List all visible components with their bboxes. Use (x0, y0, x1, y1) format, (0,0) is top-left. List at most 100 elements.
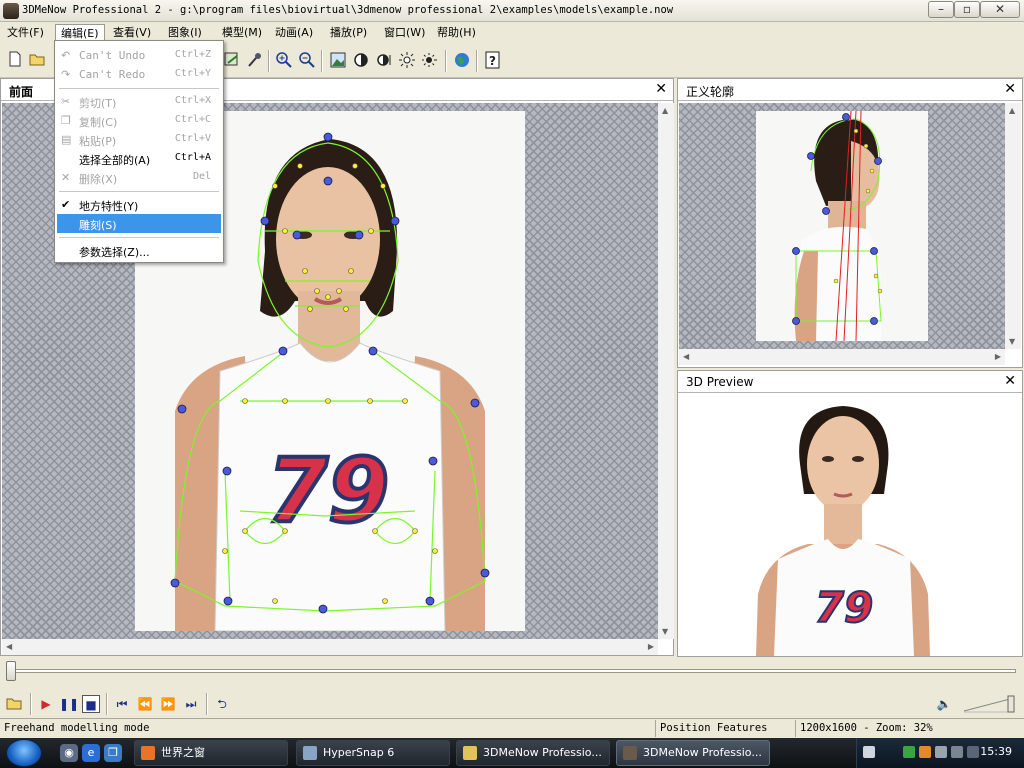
open-file-icon[interactable] (28, 51, 48, 71)
brightness-icon[interactable] (374, 51, 394, 71)
menu-item-redo[interactable]: ↷ Can't Redo Ctrl+Y (57, 65, 221, 84)
profile-vertical-scrollbar[interactable]: ▲ ▼ (1005, 103, 1021, 349)
menu-item-sculpt[interactable]: 雕刻(S) (57, 214, 221, 233)
status-features: Position Features (655, 720, 795, 737)
front-panel-title: 前面 (9, 85, 34, 99)
menu-file[interactable]: 文件(F) (2, 24, 49, 41)
front-horizontal-scrollbar[interactable]: ◀ ▶ (2, 639, 658, 655)
cut-icon: ✂ (61, 95, 71, 108)
3dmenow-app-icon (623, 746, 637, 760)
tray-app-icon[interactable] (935, 746, 947, 758)
switch-windows-icon[interactable]: ❐ (104, 744, 122, 762)
front-vertical-scrollbar[interactable]: ▲ ▼ (658, 103, 674, 639)
toolbar-separator (106, 693, 108, 715)
close-icon[interactable]: ✕ (1004, 81, 1016, 97)
sculpt-tool-icon[interactable] (222, 51, 242, 71)
menu-item-delete[interactable]: ✕ 删除(X) Del (57, 168, 221, 187)
profile-panel-header: 正义轮廓 ✕ (678, 79, 1022, 101)
menu-animation[interactable]: 动画(A) (270, 24, 318, 41)
preview-viewport[interactable]: 79 (678, 394, 1022, 656)
undo-icon: ↶ (61, 49, 71, 62)
menu-item-paste[interactable]: ▤ 粘贴(P) Ctrl+V (57, 130, 221, 149)
close-button[interactable]: ✕ (980, 1, 1020, 18)
tray-app-icon[interactable] (919, 746, 931, 758)
menu-item-undo[interactable]: ↶ Can't Undo Ctrl+Z (57, 46, 221, 65)
copy-icon: ❐ (61, 114, 71, 127)
toolbar-separator (445, 50, 447, 72)
zoom-out-icon[interactable] (297, 51, 317, 71)
menu-separator (59, 191, 219, 192)
menu-item-preferences[interactable]: 参数选择(Z)... (57, 241, 221, 260)
edit-dropdown-menu: ↶ Can't Undo Ctrl+Z ↷ Can't Redo Ctrl+Y … (54, 40, 224, 263)
menu-bar: 文件(F) 编辑(E) 查看(V) 图象(I) 模型(M) 动画(A) 播放(P… (0, 22, 1024, 42)
folder-app-icon (463, 746, 477, 760)
profile-panel: 正义轮廓 ✕ ▲ ▼ ◀ ▶ (677, 78, 1023, 368)
menu-separator (59, 88, 219, 89)
close-icon[interactable]: ✕ (1004, 373, 1016, 389)
menu-model[interactable]: 模型(M) (217, 24, 267, 41)
volume-icon[interactable] (951, 746, 963, 758)
browser-icon[interactable]: e (82, 744, 100, 762)
menu-help[interactable]: 帮助(H) (432, 24, 481, 41)
title-bar: 3DMeNow Professional 2 - g:\program file… (0, 0, 1024, 22)
volume-slider[interactable] (962, 695, 1018, 713)
zoom-in-icon[interactable] (274, 51, 294, 71)
menu-play[interactable]: 播放(P) (325, 24, 372, 41)
rewind-icon[interactable]: ⏪ (136, 695, 154, 713)
open-folder-icon[interactable] (6, 695, 24, 713)
tray-app-icon[interactable] (967, 746, 979, 758)
preview-panel-header: 3D Preview ✕ (678, 371, 1022, 393)
close-icon[interactable]: ✕ (655, 81, 667, 97)
menu-item-local-features[interactable]: ✔ 地方特性(Y) (57, 195, 221, 214)
clock[interactable]: 15:39 (980, 745, 1012, 758)
taskbar-task[interactable]: HyperSnap 6 (296, 740, 450, 766)
timeline (0, 657, 1024, 691)
minimize-button[interactable]: – (928, 1, 954, 18)
help-icon[interactable]: ? (483, 51, 503, 71)
menu-item-copy[interactable]: ❐ 复制(C) Ctrl+C (57, 111, 221, 130)
taskbar-task[interactable]: 世界之窗 (134, 740, 288, 766)
keyboard-icon[interactable] (863, 746, 875, 758)
status-mode: Freehand modelling mode (4, 722, 150, 734)
status-size-zoom: 1200x1600 - Zoom: 32% (795, 720, 1024, 737)
play-icon[interactable]: ▶ (37, 695, 55, 713)
jersey-number: 79 (267, 439, 389, 542)
globe-icon[interactable] (452, 51, 472, 71)
toolbar-separator (268, 50, 270, 72)
menu-item-select-all[interactable]: 选择全部的(A) Ctrl+A (57, 149, 221, 168)
light-icon[interactable] (397, 51, 417, 71)
menu-window[interactable]: 窗口(W) (379, 24, 430, 41)
maximize-button[interactable]: ▫ (954, 1, 980, 18)
taskbar-task-active[interactable]: 3DMeNow Professio... (616, 740, 770, 766)
menu-edit[interactable]: 编辑(E) (55, 24, 105, 41)
profile-photo[interactable] (756, 111, 928, 341)
image-icon[interactable] (328, 51, 348, 71)
hypersnap-app-icon (303, 746, 317, 760)
network-icon[interactable] (903, 746, 915, 758)
delete-icon: ✕ (61, 171, 71, 184)
timeline-slider-thumb[interactable] (6, 661, 16, 681)
skip-end-icon[interactable]: ⏭ (182, 695, 200, 713)
menu-item-cut[interactable]: ✂ 剪切(T) Ctrl+X (57, 92, 221, 111)
pause-icon[interactable]: ❚❚ (59, 695, 79, 713)
playback-bar: ▶ ❚❚ ■ ⏮ ⏪ ⏩ ⏭ ⮌ 🔈 (0, 691, 1024, 717)
start-button[interactable] (6, 739, 42, 767)
light-alt-icon[interactable] (420, 51, 440, 71)
fast-forward-icon[interactable]: ⏩ (159, 695, 177, 713)
skip-start-icon[interactable]: ⏮ (113, 695, 131, 713)
pin-tool-icon[interactable] (245, 51, 265, 71)
system-tray: 15:39 (856, 738, 1024, 768)
taskbar-task[interactable]: 3DMeNow Professio... (456, 740, 610, 766)
contrast-icon[interactable] (351, 51, 371, 71)
show-desktop-icon[interactable]: ◉ (60, 744, 78, 762)
loop-icon[interactable]: ⮌ (213, 695, 231, 713)
stop-icon[interactable]: ■ (82, 695, 100, 713)
speaker-icon[interactable]: 🔈 (935, 695, 953, 713)
menu-view[interactable]: 查看(V) (108, 24, 156, 41)
toolbar-separator (476, 50, 478, 72)
profile-horizontal-scrollbar[interactable]: ◀ ▶ (679, 349, 1005, 365)
new-file-icon[interactable] (5, 51, 25, 71)
timeline-track[interactable] (8, 669, 1016, 673)
menu-image[interactable]: 图象(I) (163, 24, 207, 41)
checkmark-icon: ✔ (61, 198, 71, 211)
